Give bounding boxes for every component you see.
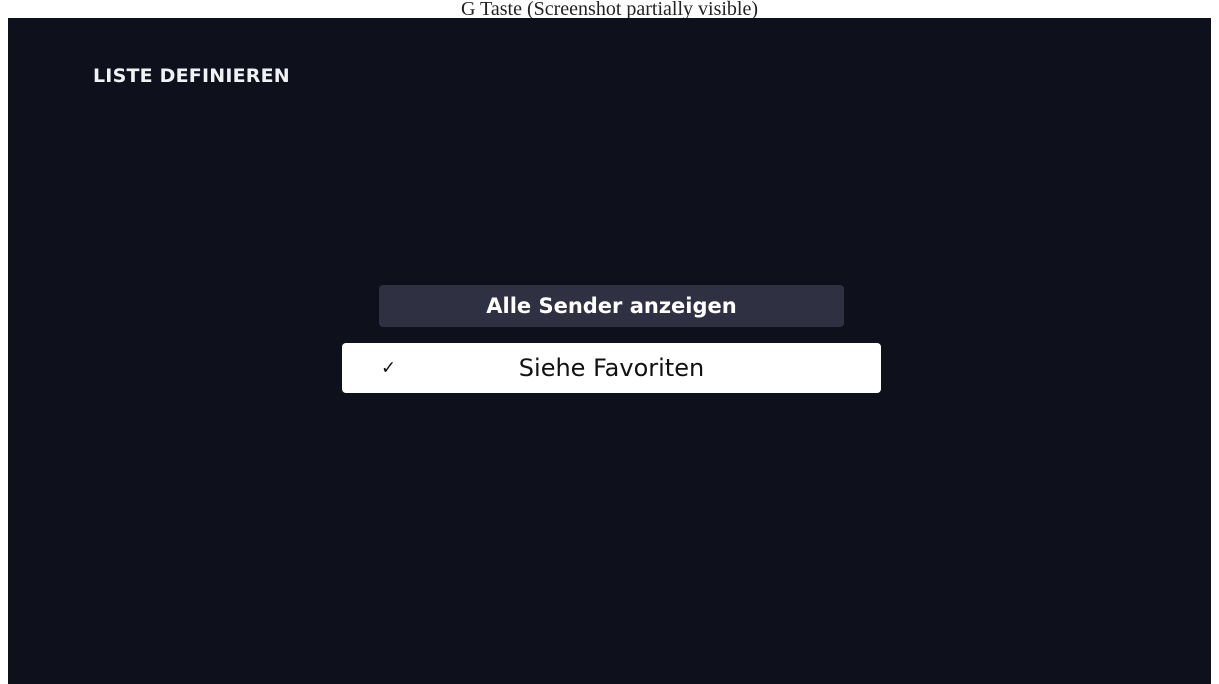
- page-title: LISTE DEFINIEREN: [93, 65, 290, 87]
- top-caption: G Taste (Screenshot partially visible): [0, 0, 1219, 18]
- option-label: Alle Sender anzeigen: [486, 294, 737, 318]
- option-see-favorites[interactable]: ✓ Siehe Favoriten: [342, 343, 881, 393]
- option-show-all-channels[interactable]: Alle Sender anzeigen: [379, 285, 844, 327]
- option-label: Siehe Favoriten: [518, 354, 705, 382]
- checkmark-icon: ✓: [381, 357, 397, 379]
- tv-screen: LISTE DEFINIEREN Alle Sender anzeigen ✓ …: [8, 18, 1211, 684]
